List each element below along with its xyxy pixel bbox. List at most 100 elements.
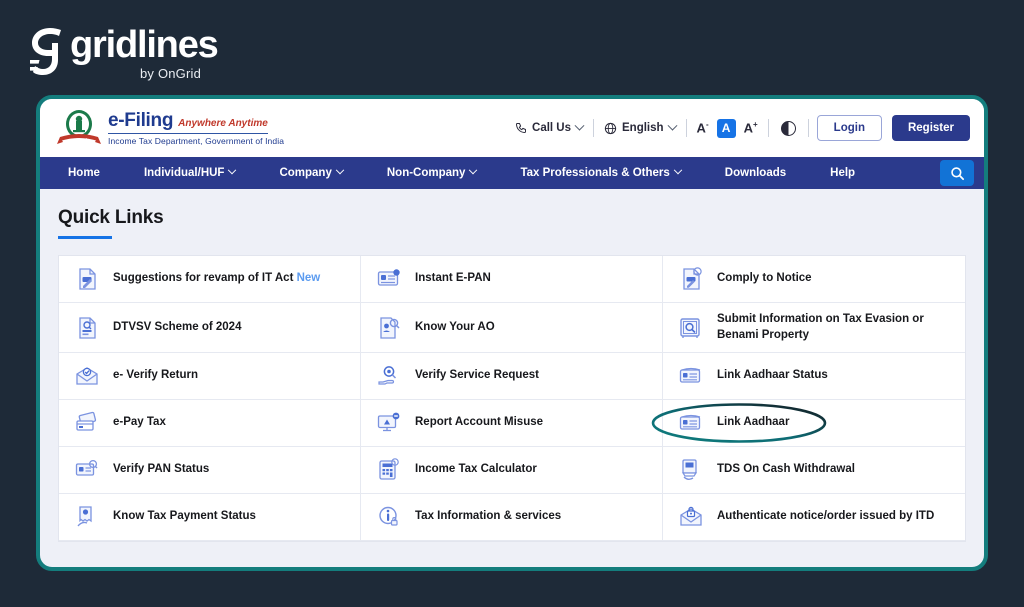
hand-gear-search-icon — [375, 362, 403, 390]
hand-receipt-icon — [73, 503, 101, 531]
quick-link-label: Instant E-PAN — [415, 272, 491, 285]
nav-label: Non-Company — [386, 167, 466, 179]
india-national-emblem-icon: सत्यमेव जयते — [57, 110, 101, 144]
font-decrease-button[interactable]: A- — [697, 120, 709, 135]
quick-link-epay-tax[interactable]: e-Pay Tax — [59, 400, 361, 448]
pan-card-search-icon — [73, 456, 101, 484]
call-us-label: Call Us — [532, 122, 572, 134]
nav-label: Home — [68, 167, 100, 179]
main-navigation: Home Individual/HUF Company Non-Company … — [40, 157, 984, 189]
quick-link-verify-pan-status[interactable]: Verify PAN Status — [59, 447, 361, 495]
notice-document-icon — [677, 265, 705, 293]
quick-link-label: Know Tax Payment Status — [113, 510, 256, 523]
call-us-menu[interactable]: Call Us — [505, 120, 593, 134]
quick-link-tax-information-services[interactable]: Tax Information & services — [361, 494, 663, 542]
divider — [807, 119, 809, 137]
chevron-down-icon — [469, 165, 478, 175]
chevron-down-icon — [673, 165, 683, 175]
header-utility-bar: Call Us English A- A A+ Login Register — [505, 115, 970, 141]
efiling-logo-text: e-Filing Anywhere Anytime Income Tax Dep… — [108, 110, 284, 146]
efiling-department: Income Tax Department, Government of Ind… — [108, 136, 285, 146]
mail-verify-icon — [73, 362, 101, 390]
efiling-portal-screenshot: सत्यमेव जयते e-Filing Anywhere Anytime I… — [36, 95, 988, 571]
quick-link-label: Verify PAN Status — [113, 463, 210, 476]
font-normal-button[interactable]: A — [716, 118, 736, 138]
nav-item-company[interactable]: Company — [257, 165, 364, 179]
wallet-cards-icon — [73, 409, 101, 437]
quick-link-label: TDS On Cash Withdrawal — [717, 463, 855, 476]
chevron-down-icon — [667, 120, 677, 131]
brand-name: gridlines — [70, 24, 219, 66]
search-icon — [950, 166, 964, 180]
monitor-alert-icon — [375, 409, 403, 437]
document-search-icon — [73, 314, 101, 342]
search-button[interactable] — [940, 160, 974, 186]
efiling-tagline: Anywhere Anytime — [178, 118, 268, 129]
nav-label: Help — [830, 167, 856, 179]
font-size-controls: A- A A+ — [687, 118, 768, 138]
font-increase-button[interactable]: A+ — [744, 120, 758, 135]
phone-icon — [516, 123, 527, 133]
quick-link-label: DTVSV Scheme of 2024 — [113, 320, 242, 333]
page-title: Quick Links — [58, 207, 164, 228]
gridlines-g-icon — [30, 28, 61, 75]
aadhaar-card-icon — [677, 409, 705, 437]
nav-item-home[interactable]: Home — [54, 167, 122, 179]
login-button[interactable]: Login — [816, 115, 882, 141]
quick-links-grid: Suggestions for revamp of IT Act New Ins… — [58, 255, 966, 543]
nav-item-help[interactable]: Help — [808, 167, 877, 179]
quick-link-label: Link Aadhaar — [717, 416, 790, 429]
document-edit-icon — [73, 265, 101, 293]
quick-link-suggestions-it-act[interactable]: Suggestions for revamp of IT Act New — [59, 256, 361, 303]
new-badge: New — [296, 272, 321, 285]
quick-link-authenticate-notice-order[interactable]: Authenticate notice/order issued by ITD — [663, 494, 965, 542]
mail-lock-icon — [677, 503, 705, 531]
quick-link-label: Submit Information on Tax Evasion or Ben… — [717, 313, 924, 341]
quick-link-link-aadhaar[interactable]: Link Aadhaar — [663, 400, 965, 448]
efiling-divider — [108, 133, 268, 134]
quick-link-label: e-Pay Tax — [113, 416, 166, 429]
nav-item-tax-professionals[interactable]: Tax Professionals & Others — [498, 165, 702, 179]
quick-link-tds-cash-withdrawal[interactable]: TDS On Cash Withdrawal — [663, 447, 965, 495]
aadhaar-card-icon — [677, 362, 705, 390]
quick-link-label: Tax Information & services — [415, 510, 562, 523]
safe-search-icon — [677, 314, 705, 342]
nav-item-non-company[interactable]: Non-Company — [365, 165, 499, 179]
quick-link-everify-return[interactable]: e- Verify Return — [59, 353, 361, 401]
site-header: सत्यमेव जयते e-Filing Anywhere Anytime I… — [40, 99, 984, 157]
quick-link-verify-service-request[interactable]: Verify Service Request — [361, 353, 663, 401]
quick-link-instant-epan[interactable]: Instant E-PAN — [361, 256, 663, 303]
quick-link-report-account-misuse[interactable]: Report Account Misuse — [361, 400, 663, 448]
nav-label: Company — [279, 167, 332, 179]
quick-link-know-your-ao[interactable]: Know Your AO — [361, 303, 663, 354]
nav-item-downloads[interactable]: Downloads — [703, 167, 808, 179]
quick-link-label: Link Aadhaar Status — [717, 369, 828, 382]
quick-link-income-tax-calculator[interactable]: Income Tax Calculator — [361, 447, 663, 495]
quick-link-know-tax-payment-status[interactable]: Know Tax Payment Status — [59, 494, 361, 542]
quick-link-label: Suggestions for revamp of IT Act New — [113, 272, 321, 285]
quick-link-comply-to-notice[interactable]: Comply to Notice — [663, 256, 965, 303]
quick-link-label: Authenticate notice/order issued by ITD — [717, 510, 935, 523]
contrast-toggle-icon[interactable] — [780, 120, 796, 136]
brand-tagline: by OnGrid — [140, 66, 202, 81]
person-document-search-icon — [375, 314, 403, 342]
language-selector[interactable]: English — [594, 120, 686, 135]
quick-link-label: Report Account Misuse — [415, 416, 544, 429]
globe-icon — [604, 122, 617, 134]
quick-link-dtvsv-scheme[interactable]: DTVSV Scheme of 2024 — [59, 303, 361, 354]
chevron-down-icon — [228, 165, 237, 175]
chevron-down-icon — [574, 120, 585, 131]
gridlines-brand-logo: gridlines by OnGrid — [30, 22, 250, 84]
atm-cash-icon — [677, 456, 705, 484]
quick-link-label: Verify Service Request — [415, 369, 540, 382]
register-button[interactable]: Register — [891, 115, 970, 141]
svg-text:सत्यमेव जयते: सत्यमेव जयते — [71, 137, 88, 142]
nav-item-individual-huf[interactable]: Individual/HUF — [122, 165, 258, 179]
quick-link-submit-tax-evasion-info[interactable]: Submit Information on Tax Evasion or Ben… — [663, 303, 965, 354]
quick-link-link-aadhaar-status[interactable]: Link Aadhaar Status — [663, 353, 965, 401]
nav-label: Tax Professionals & Others — [520, 167, 670, 179]
language-label: English — [622, 122, 664, 134]
divider — [767, 119, 769, 137]
quick-link-label: Income Tax Calculator — [415, 463, 537, 476]
quick-link-label: Know Your AO — [415, 320, 495, 333]
